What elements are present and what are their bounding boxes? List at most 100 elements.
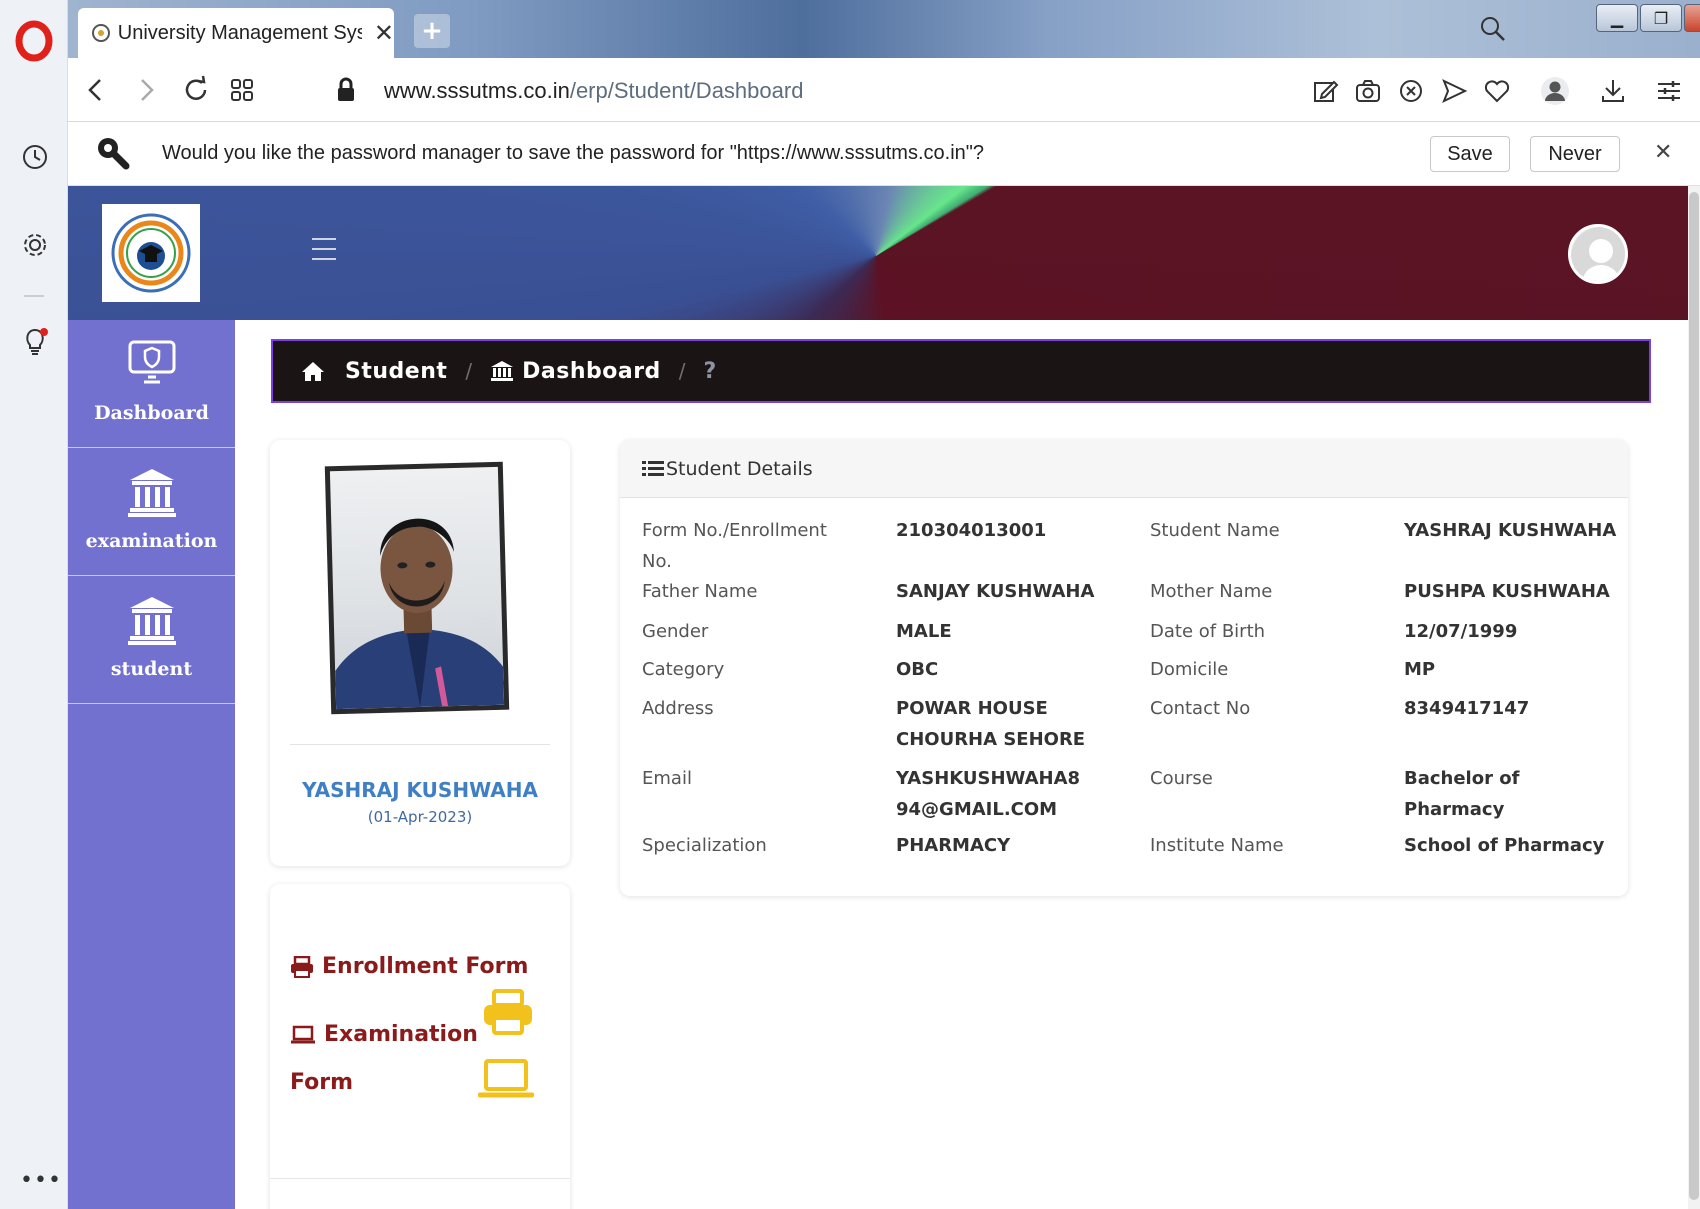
institution-icon: [128, 597, 176, 645]
ad-block-icon[interactable]: [1396, 76, 1426, 106]
value-category: OBC: [896, 659, 939, 680]
password-bar-close-icon[interactable]: ✕: [1654, 140, 1672, 165]
laptop-icon: [291, 1025, 315, 1043]
forms-card: Enrollment Form Examination Form: [270, 884, 570, 1209]
tab-search-icon[interactable]: [1478, 14, 1508, 44]
value-contact-no: 8349417147: [1404, 698, 1530, 719]
monitor-shield-icon: [128, 340, 176, 384]
value-father-name: SANJAY KUSHWAHA: [896, 581, 1095, 602]
back-arrow-icon[interactable]: [80, 74, 112, 106]
home-icon[interactable]: [301, 360, 325, 382]
sidebar-item-label: student: [110, 658, 193, 680]
institution-icon: [491, 361, 514, 381]
browser-tab-active[interactable]: University Management Sys ✕: [78, 8, 394, 58]
edit-pencil-icon[interactable]: [1310, 76, 1340, 106]
opera-logo-icon[interactable]: [14, 20, 54, 62]
opera-sidebar: •••: [0, 0, 68, 1209]
student-photo: [324, 461, 510, 715]
password-prompt-text: Would you like the password manager to s…: [162, 142, 984, 164]
menu-hamburger-icon[interactable]: [312, 238, 336, 268]
save-password-button[interactable]: Save: [1430, 136, 1510, 172]
easy-setup-sliders-icon[interactable]: [1654, 76, 1684, 106]
url-path: /erp/Student/Dashboard: [569, 78, 804, 103]
restore-icon[interactable]: ❐: [1640, 4, 1682, 32]
profile-avatar-icon[interactable]: [1540, 76, 1570, 106]
value-student-name: YASHRAJ KUSHWAHA: [1404, 520, 1617, 541]
window-close-icon[interactable]: ✕: [1684, 4, 1700, 32]
new-tab-plus-icon[interactable]: +: [414, 14, 450, 48]
value-course: Bachelor of Pharmacy: [1404, 768, 1520, 820]
reload-icon[interactable]: [180, 74, 212, 106]
speed-dial-grid-icon[interactable]: [226, 74, 258, 106]
examination-form-link[interactable]: Examination: [290, 1022, 478, 1047]
examination-form-label-1: Examination: [324, 1022, 478, 1047]
download-icon[interactable]: [1598, 76, 1628, 106]
profile-card: YASHRAJ KUSHWAHA (01-Apr-2023): [270, 440, 570, 866]
heart-icon[interactable]: [1482, 76, 1512, 106]
enrollment-form-label: Enrollment Form: [322, 954, 529, 979]
label-father-name: Father Name: [642, 581, 758, 602]
value-domicile: MP: [1404, 659, 1436, 680]
breadcrumb-student[interactable]: Student: [345, 359, 447, 384]
breadcrumb: Student / Dashboard / ?: [271, 339, 1651, 403]
value-mother-name: PUSHPA KUSHWAHA: [1404, 581, 1610, 602]
label-specialization: Specialization: [642, 835, 767, 856]
printer-icon[interactable]: [482, 988, 534, 1036]
profile-date: (01-Apr-2023): [367, 808, 473, 826]
laptop-icon[interactable]: [478, 1058, 534, 1100]
printer-icon: [291, 955, 313, 978]
list-icon: [642, 460, 664, 476]
label-course: Course: [1150, 768, 1213, 789]
university-seal-icon: [111, 213, 191, 293]
never-save-button[interactable]: Never: [1530, 136, 1620, 172]
student-name: YASHRAJ KUSHWAHA: [302, 778, 538, 802]
url-field[interactable]: www.sssutms.co.in/erp/Student/Dashboard: [384, 78, 803, 104]
sidebar-item-label: examination: [85, 530, 218, 552]
value-enrollment-no: 210304013001: [896, 520, 1047, 541]
value-gender: MALE: [896, 621, 952, 642]
label-mother-name: Mother Name: [1150, 581, 1273, 602]
breadcrumb-separator: /: [678, 359, 686, 383]
forward-arrow-icon[interactable]: [130, 74, 162, 106]
address-bar: www.sssutms.co.in/erp/Student/Dashboard: [68, 58, 1700, 122]
sidebar-item-dashboard[interactable]: Dashboard: [68, 320, 235, 448]
details-title: Student Details: [666, 457, 813, 480]
rail-separator: [24, 295, 44, 297]
sidebar-item-student[interactable]: student: [68, 576, 235, 704]
tab-close-icon[interactable]: ✕: [374, 19, 394, 47]
minimize-icon[interactable]: ▁: [1596, 4, 1638, 32]
label-contact-no: Contact No: [1150, 698, 1251, 719]
breadcrumb-help[interactable]: ?: [704, 359, 717, 384]
breadcrumb-dashboard[interactable]: Dashboard: [522, 359, 661, 384]
examination-form-link-line2[interactable]: Form: [290, 1070, 353, 1095]
window-controls: ▁ ❐ ✕: [1596, 4, 1700, 32]
history-clock-icon[interactable]: [20, 142, 50, 172]
value-specialization: PHARMACY: [896, 835, 1011, 856]
university-logo[interactable]: [102, 204, 200, 302]
label-enrollment-no: Form No./Enrollment No.: [642, 520, 827, 572]
sidebar-item-examination[interactable]: examination: [68, 448, 235, 576]
lightbulb-icon[interactable]: [20, 326, 50, 356]
student-portrait-icon: [335, 518, 505, 710]
url-host: www.sssutms.co.in: [384, 78, 570, 103]
send-arrow-icon[interactable]: [1439, 76, 1469, 106]
browser-tab-bar: University Management Sys ✕ + ▁ ❐ ✕: [68, 0, 1700, 58]
tab-title: University Management Sys: [117, 21, 362, 44]
label-student-name: Student Name: [1150, 520, 1280, 541]
value-institute-name: School of Pharmacy: [1404, 835, 1605, 856]
forms-divider: [270, 1178, 570, 1179]
app-header: [68, 186, 1688, 320]
snapshot-camera-icon[interactable]: [1353, 76, 1383, 106]
key-magnifier-icon: [98, 138, 130, 170]
examination-form-label-2: Form: [290, 1070, 354, 1095]
more-dots-icon[interactable]: •••: [20, 1168, 62, 1193]
settings-gear-icon[interactable]: [20, 230, 50, 260]
label-address: Address: [642, 698, 714, 719]
password-manager-bar: Would you like the password manager to s…: [68, 122, 1700, 186]
label-domicile: Domicile: [1150, 659, 1229, 680]
tab-favicon-icon: [92, 24, 110, 42]
page-scrollbar-thumb[interactable]: [1689, 192, 1699, 1200]
user-avatar-icon[interactable]: [1568, 224, 1628, 284]
enrollment-form-link[interactable]: Enrollment Form: [290, 954, 528, 979]
padlock-icon[interactable]: [330, 74, 362, 106]
